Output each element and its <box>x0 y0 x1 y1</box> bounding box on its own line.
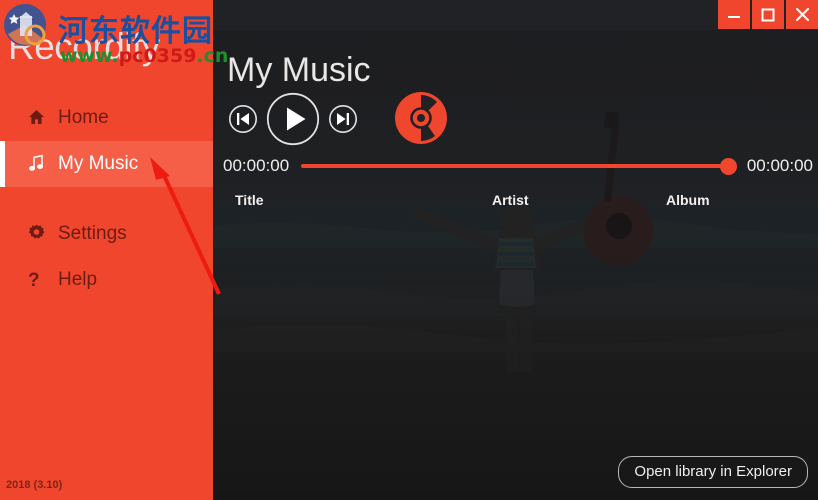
title-bar <box>213 0 818 30</box>
sidebar-nav: Home My Music Settings ? Help <box>0 95 213 303</box>
transport-controls <box>228 92 358 146</box>
play-button[interactable] <box>266 92 320 146</box>
main-content: My Music 00:00:00 00:00:00 Title Artist … <box>213 30 818 500</box>
progress-handle[interactable] <box>719 158 737 175</box>
sidebar-item-label: Help <box>58 269 98 290</box>
column-header-artist[interactable]: Artist <box>492 192 529 208</box>
previous-track-icon <box>229 105 257 133</box>
sidebar-item-label: Settings <box>58 223 127 244</box>
sidebar-item-label: Home <box>58 107 109 128</box>
elapsed-time: 00:00:00 <box>223 156 290 175</box>
open-library-button[interactable]: Open library in Explorer <box>618 456 808 488</box>
sidebar: Recordify Home My Music Settings ? Help … <box>0 0 213 500</box>
close-icon <box>795 7 809 22</box>
sidebar-item-my-music[interactable]: My Music <box>0 141 213 187</box>
maximize-button[interactable] <box>752 0 784 29</box>
track-list-header: Title Artist Album <box>213 192 818 214</box>
brand-logo-text: Recordify <box>8 26 160 67</box>
column-header-title[interactable]: Title <box>235 192 264 208</box>
close-button[interactable] <box>786 0 818 29</box>
progress-slider[interactable] <box>301 156 737 176</box>
progress-track <box>301 164 735 168</box>
minimize-icon <box>728 15 740 18</box>
next-track-button[interactable] <box>328 104 358 134</box>
page-title: My Music <box>227 51 371 89</box>
home-icon <box>28 109 54 128</box>
previous-track-button[interactable] <box>228 104 258 134</box>
vinyl-record-icon <box>395 92 447 144</box>
play-icon <box>266 92 320 146</box>
maximize-icon <box>761 8 775 21</box>
music-note-icon <box>28 154 54 174</box>
recordify-window: My Music 00:00:00 00:00:00 Title Artist … <box>0 0 818 500</box>
minimize-button[interactable] <box>718 0 750 29</box>
next-track-icon <box>329 105 357 133</box>
gear-icon <box>28 224 54 244</box>
vinyl-record-button[interactable] <box>395 92 447 144</box>
sidebar-item-label: My Music <box>58 153 139 174</box>
version-label: 2018 (3.10) <box>6 479 63 491</box>
sidebar-item-help[interactable]: ? Help <box>0 257 213 303</box>
progress-row: 00:00:00 00:00:00 <box>223 156 813 176</box>
question-mark-icon: ? <box>28 269 40 291</box>
total-time: 00:00:00 <box>746 156 813 175</box>
column-header-album[interactable]: Album <box>666 192 710 208</box>
sidebar-item-home[interactable]: Home <box>0 95 213 141</box>
sidebar-item-settings[interactable]: Settings <box>0 211 213 257</box>
window-controls <box>716 0 818 29</box>
